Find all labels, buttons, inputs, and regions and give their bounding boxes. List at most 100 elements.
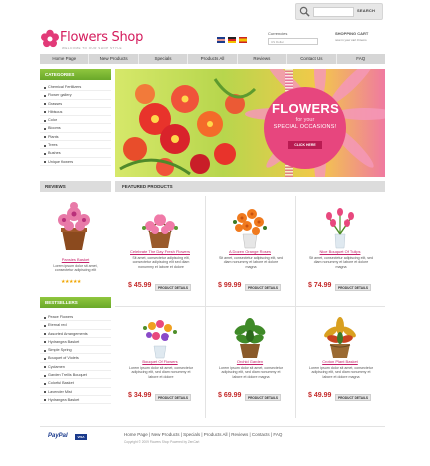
banner-title: FLOWERS [272,101,340,116]
product-description: Lorem ipsum dolor sit amet, consectetur … [219,366,283,379]
product-image[interactable] [135,314,185,360]
cart-status: now in your cart 0 items [335,38,367,42]
category-item[interactable]: Trees [40,141,111,150]
bestseller-item[interactable]: Lavender Mist [40,388,111,396]
product-card: Bouquet Of Flowers Lorem ipsum dolor sit… [117,310,203,415]
banner-click-button[interactable]: CLICK HERE [288,141,322,149]
category-item[interactable]: Blooms [40,124,111,133]
category-item[interactable]: Plants [40,133,111,142]
category-item[interactable]: Grasses [40,100,111,108]
bestseller-item[interactable]: Colorful Basket [40,379,111,388]
product-card: Croton Plant Basket Lorem ipsum dolor si… [297,310,383,415]
bestseller-item[interactable]: Hydrangea Basket [40,396,111,405]
search-button[interactable]: SEARCH [357,8,375,13]
product-description: Lorem ipsum dolor sit amet, consectetur … [309,366,373,379]
bestseller-item[interactable]: Peace Flowers [40,313,111,322]
bestseller-item[interactable]: Eternal red [40,321,111,330]
banner-tagline: SPECIAL OCCASIONS! [273,124,337,130]
product-details-button[interactable]: PRODUCT DETAILS [245,394,281,401]
categories-header: CATEGORIES [40,69,111,80]
category-item[interactable]: Unique flowers [40,158,111,166]
category-item[interactable]: Color [40,116,111,125]
category-item[interactable]: Hibiscus [40,108,111,117]
nav-faq[interactable]: FAQ [337,54,385,64]
product-price: $ 69.99 [218,392,242,399]
flag-english-icon[interactable] [217,37,225,43]
product-image[interactable] [315,204,365,250]
flower-logo-icon [41,29,59,48]
pansies-basket-image[interactable] [52,200,96,252]
currencies-label: Currencies [268,31,288,36]
footer-links[interactable]: Home Page | New Products | Specials | Pr… [124,432,282,437]
product-details-button[interactable]: PRODUCT DETAILS [335,284,371,291]
product-name[interactable]: Nice Bouquet Of Tulips [297,249,383,254]
product-price: $ 74.99 [308,282,332,289]
bestseller-item[interactable]: Assorted Arrangements [40,330,111,338]
currency-select[interactable]: US Dollar [268,38,318,45]
bestseller-item[interactable]: Cyclamen [40,363,111,372]
product-card: Nice Bouquet Of Tulips Sit amet, consect… [297,200,383,305]
bestseller-item[interactable]: Hydrangea Basket [40,338,111,347]
product-details-button[interactable]: PRODUCT DETAILS [335,394,371,401]
product-description: Sit amet, consectetur adipiscing elit, s… [308,256,374,269]
product-image[interactable] [225,314,275,360]
category-item[interactable]: Bushes [40,149,111,158]
product-image[interactable] [315,314,365,360]
product-name[interactable]: Orchid Garden [207,359,293,364]
reviews-header: REVIEWS [40,181,111,192]
product-description: Sit amet, consectetur adipiscing elit, s… [218,256,284,269]
rating-stars: ★★★★★ [61,279,81,285]
product-image[interactable] [225,204,275,250]
brand-name: Flowers Shop [60,30,144,45]
bestseller-item[interactable]: Bouquet of Violets [40,354,111,363]
product-price: $ 45.99 [128,282,152,289]
nav-specials[interactable]: Specials [139,54,189,64]
visa-logo: VISA [75,434,87,440]
product-name[interactable]: Bouquet Of Flowers [117,359,203,364]
language-flags [217,37,250,44]
bestsellers-header: BESTSELLERS [40,297,111,308]
search-input[interactable] [313,7,354,17]
brand-tagline: WELCOME TO OUR SHOP STYLE [62,46,123,50]
product-price: $ 99.99 [218,282,242,289]
product-name[interactable]: A Dozen Orange Roses [207,249,293,254]
search-bar: SEARCH [295,3,383,20]
review-product-name[interactable]: Pansies Basket [40,257,111,262]
footer-divider [40,426,385,427]
product-description: Lorem ipsum dolor sit amet, consectetur … [129,366,193,379]
nav-new-products[interactable]: New Products [89,54,139,64]
divider [205,196,206,418]
product-price: $ 49.99 [308,392,332,399]
cart-title[interactable]: SHOPPING CART [335,31,368,36]
product-card: Orchid Garden Lorem ipsum dolor sit amet… [207,310,293,415]
paypal-logo: PayPal [48,433,68,439]
product-details-button[interactable]: PRODUCT DETAILS [155,284,191,291]
footer-copyright: Copyright © 2009 Flowers Shop Powered by… [124,440,200,444]
product-description: Sit amet, consectetur adipiscing elit, c… [132,256,190,269]
banner-subtitle: for your [295,117,315,123]
product-name[interactable]: Croton Plant Basket [297,359,383,364]
category-item[interactable]: Chemical Fertilizers [40,83,111,92]
product-name[interactable]: Celebrate The Day Fresh Flowers [117,249,203,254]
product-price: $ 34.99 [128,392,152,399]
nav-reviews[interactable]: Reviews [238,54,288,64]
product-details-button[interactable]: PRODUCT DETAILS [245,284,281,291]
divider [115,306,385,307]
flag-spanish-icon[interactable] [239,37,247,43]
bestseller-item[interactable]: Garden Trellis Bouquet [40,371,111,380]
main-nav: Home Page New Products Specials Products… [40,54,385,64]
search-icon[interactable] [299,6,310,17]
nav-products-all[interactable]: Products All [188,54,238,64]
featured-header: FEATURED PRODUCTS [115,181,385,192]
product-details-button[interactable]: PRODUCT DETAILS [155,394,191,401]
bestsellers-list: Peace Flowers Eternal red Assorted Arran… [40,313,111,405]
flag-german-icon[interactable] [228,37,236,43]
nav-contact-us[interactable]: Contact Us [287,54,337,64]
nav-home[interactable]: Home Page [40,54,90,64]
category-item[interactable]: Flower gallery [40,91,111,100]
product-image[interactable] [135,204,185,250]
bestseller-item[interactable]: Simple Spring [40,346,111,355]
product-card: Celebrate The Day Fresh Flowers Sit amet… [117,200,203,305]
logo[interactable]: Flowers Shop WELCOME TO OUR SHOP STYLE [40,29,150,51]
divider [295,196,296,418]
